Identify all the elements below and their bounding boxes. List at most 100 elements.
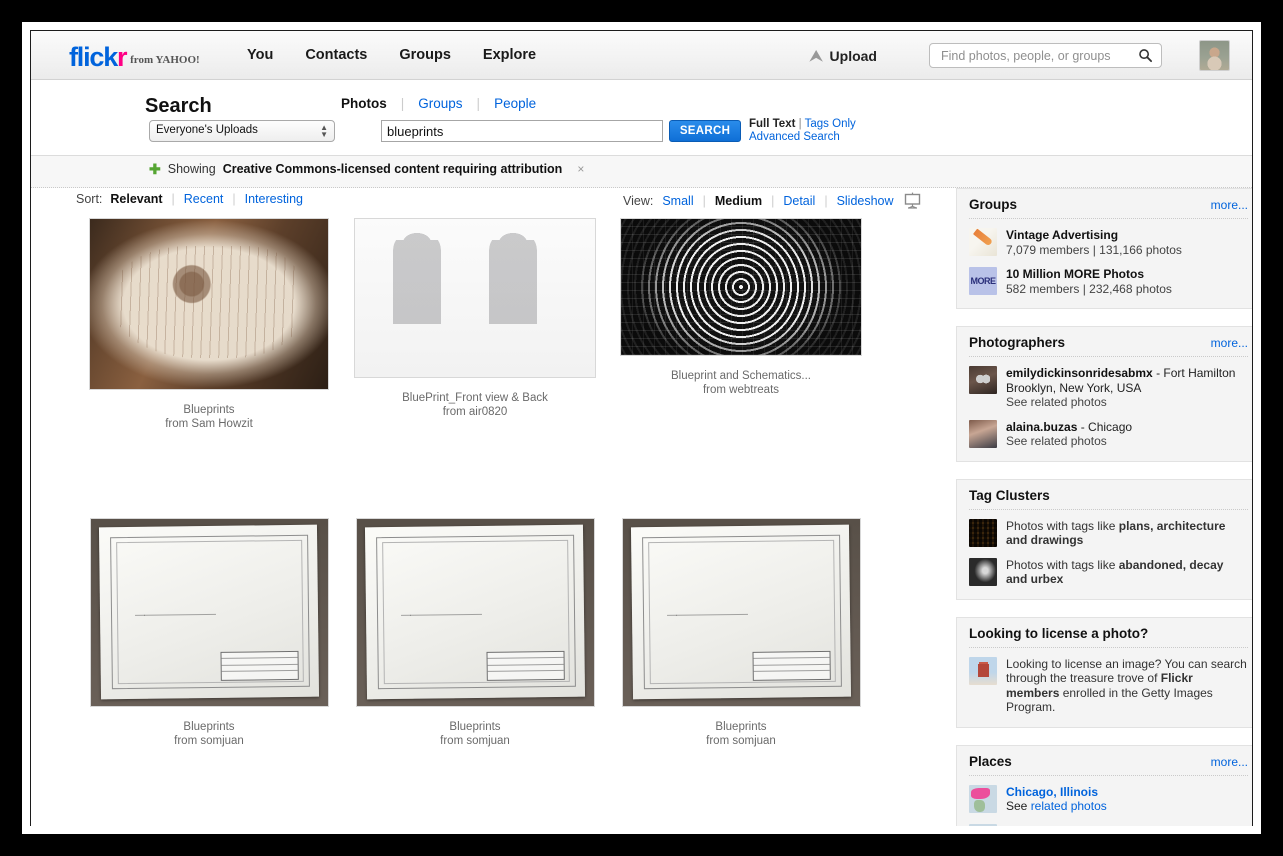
photo-author[interactable]: from somjuan — [76, 735, 342, 749]
photo-title[interactable]: Blueprint and Schematics... — [608, 370, 874, 384]
places-more-link[interactable]: more... — [1211, 755, 1248, 769]
photographer-name[interactable]: alaina.buzas — [1006, 420, 1077, 434]
browser-page: flickr from YAHOO! You Contacts Groups E… — [22, 22, 1261, 834]
panel-photographers-title: Photographers — [969, 335, 1066, 350]
scope-select[interactable]: Everyone's Uploads ▲ ▼ — [149, 120, 335, 142]
photo-thumbnail[interactable] — [354, 218, 596, 378]
photo-caption: Blueprint and Schematics... from webtrea… — [608, 370, 874, 397]
view-option-small[interactable]: Small — [662, 194, 693, 208]
right-sidebar: Groups more... Vintage Advertising 7,079… — [956, 188, 1252, 827]
list-item[interactable]: Photos with tags like plans, architectur… — [969, 518, 1248, 548]
list-item[interactable]: Washington, District of Columbia See rel… — [969, 823, 1248, 827]
related-photos-link[interactable]: related photos — [1031, 799, 1107, 813]
list-item[interactable]: emilydickinsonridesabmx - Fort Hamilton … — [969, 366, 1248, 410]
search-submit-button[interactable]: SEARCH — [669, 120, 741, 142]
search-input[interactable] — [939, 44, 1129, 67]
slideshow-icon[interactable] — [904, 192, 921, 209]
nav-links: You Contacts Groups Explore — [247, 47, 536, 63]
photo-title[interactable]: Blueprints — [76, 404, 342, 418]
photo-cell[interactable]: Blueprints from somjuan — [76, 518, 342, 748]
flickr-logo[interactable]: flickr from YAHOO! — [69, 42, 200, 73]
advanced-search-link[interactable]: Advanced Search — [749, 131, 840, 143]
photo-author[interactable]: from webtreats — [608, 384, 874, 398]
cc-banner-bold: Creative Commons-licensed content requir… — [222, 162, 563, 176]
photo-thumbnail[interactable] — [355, 518, 595, 707]
photo-title[interactable]: Blueprints — [76, 721, 342, 735]
photo-cell[interactable]: Blueprints from somjuan — [608, 518, 874, 748]
panel-places-title: Places — [969, 753, 1012, 769]
photo-author[interactable]: from Sam Howzit — [76, 418, 342, 432]
map-icon — [969, 823, 997, 826]
close-icon[interactable]: × — [577, 162, 584, 176]
sort-option-relevant[interactable]: Relevant — [110, 192, 162, 206]
photo-title[interactable]: Blueprints — [608, 721, 874, 735]
full-text-label[interactable]: Full Text — [749, 118, 795, 130]
list-item[interactable]: Chicago, Illinois See related photos — [969, 784, 1248, 814]
list-item[interactable]: alaina.buzas - Chicago See related photo… — [969, 419, 1248, 449]
photo-cell[interactable]: Blueprints from Sam Howzit — [76, 218, 342, 431]
view-option-slideshow[interactable]: Slideshow — [837, 194, 894, 208]
place-name[interactable]: Chicago, Illinois — [1006, 785, 1098, 799]
group-meta: 7,079 members | 131,166 photos — [1006, 242, 1182, 257]
photographer-name[interactable]: emilydickinsonridesabmx — [1006, 366, 1153, 380]
view-separator-3: | — [824, 193, 828, 208]
photographers-more-link[interactable]: more... — [1211, 336, 1248, 350]
tag-thumb-icon — [969, 557, 997, 586]
tab-groups[interactable]: Groups — [418, 96, 462, 111]
view-separator-1: | — [702, 193, 706, 208]
photo-row-2: Blueprints from somjuan Blueprints from … — [76, 518, 931, 758]
photo-author[interactable]: from somjuan — [608, 735, 874, 749]
see-related-photos-link[interactable]: See related photos — [1006, 395, 1107, 409]
logo-from-text: from — [130, 54, 154, 66]
place-name[interactable]: Washington, District of Columbia — [1006, 824, 1195, 827]
list-item[interactable]: MORE 10 Million MORE Photos 582 members … — [969, 267, 1248, 296]
global-search-box[interactable] — [929, 43, 1162, 68]
photo-title[interactable]: BluePrint_Front view & Back — [342, 392, 608, 406]
nav-item-you[interactable]: You — [247, 47, 273, 63]
tags-only-link[interactable]: Tags Only — [805, 118, 856, 130]
search-icon — [1139, 49, 1153, 63]
photo-cell[interactable]: Blueprint and Schematics... from webtrea… — [608, 218, 874, 397]
panel-places-header: Places more... — [969, 754, 1248, 776]
scope-select-value: Everyone's Uploads — [156, 124, 258, 136]
list-item[interactable]: Vintage Advertising 7,079 members | 131,… — [969, 228, 1248, 257]
upload-button[interactable]: ⮝ Upload — [810, 48, 877, 64]
photo-thumbnail[interactable] — [89, 218, 329, 390]
photo-thumbnail[interactable] — [620, 218, 862, 356]
place-see-label: See — [1006, 799, 1031, 813]
view-option-medium[interactable]: Medium — [715, 194, 762, 208]
page-content: flickr from YAHOO! You Contacts Groups E… — [30, 30, 1253, 826]
search-bar: Search Photos | Groups | People Everyone… — [31, 80, 1252, 156]
nav-item-groups[interactable]: Groups — [399, 47, 451, 63]
photo-author[interactable]: from air0820 — [342, 406, 608, 420]
group-name[interactable]: 10 Million MORE Photos — [1006, 267, 1172, 282]
groups-more-link[interactable]: more... — [1211, 198, 1248, 212]
sort-option-interesting[interactable]: Interesting — [245, 192, 303, 206]
list-item[interactable]: Photos with tags like abandoned, decay a… — [969, 557, 1248, 587]
query-input[interactable]: blueprints — [381, 120, 663, 142]
photo-thumbnail[interactable] — [89, 518, 329, 707]
tab-people[interactable]: People — [494, 96, 536, 111]
photo-cell[interactable]: Blueprints from somjuan — [342, 518, 608, 748]
nav-item-contacts[interactable]: Contacts — [305, 47, 367, 63]
page-title: Search — [145, 95, 212, 117]
photo-title[interactable]: Blueprints — [342, 721, 608, 735]
tag-cluster-prefix: Photos with tags like — [1006, 518, 1119, 533]
sort-separator-1: | — [171, 192, 175, 206]
photo-cell[interactable]: BluePrint_Front view & Back from air0820 — [342, 218, 608, 419]
sort-label: Sort: — [76, 192, 103, 206]
plus-icon: ✚ — [149, 161, 161, 177]
nav-item-explore[interactable]: Explore — [483, 47, 536, 63]
avatar-icon — [969, 366, 997, 394]
tab-photos[interactable]: Photos — [341, 96, 401, 111]
photo-thumbnail[interactable] — [621, 518, 861, 707]
view-option-detail[interactable]: Detail — [783, 194, 815, 208]
group-name[interactable]: Vintage Advertising — [1006, 228, 1182, 243]
see-related-photos-link[interactable]: See related photos — [1006, 434, 1107, 448]
logo-yahoo-text: YAHOO! — [155, 54, 200, 66]
photo-author[interactable]: from somjuan — [342, 735, 608, 749]
user-avatar[interactable] — [1199, 40, 1230, 71]
sort-option-recent[interactable]: Recent — [184, 192, 224, 206]
carrot-icon — [969, 228, 997, 256]
panel-license-title: Looking to license a photo? — [969, 625, 1149, 641]
